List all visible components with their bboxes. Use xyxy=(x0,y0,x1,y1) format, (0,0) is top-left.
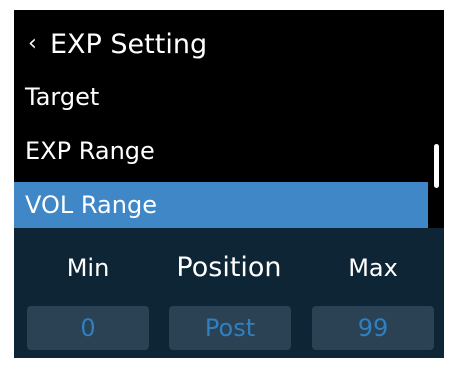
max-label: Max xyxy=(348,254,398,282)
menu-item-label: Target xyxy=(25,83,100,111)
position-value-field[interactable]: Post xyxy=(169,306,291,350)
menu-item-label: EXP Range xyxy=(25,137,155,165)
range-panel: Min Position Max 0 Post 99 xyxy=(14,228,444,358)
menu-item-exp-range[interactable]: EXP Range xyxy=(14,128,428,174)
chevron-left-icon[interactable]: ‹ xyxy=(28,33,50,55)
menu-item-target[interactable]: Target xyxy=(14,74,428,120)
menu-item-label: VOL Range xyxy=(25,191,157,219)
min-value-field[interactable]: 0 xyxy=(27,306,149,350)
screen-header: ‹ EXP Setting xyxy=(14,22,207,66)
page-title: EXP Setting xyxy=(50,28,208,60)
menu-item-vol-range[interactable]: VOL Range xyxy=(14,182,428,228)
max-value-field[interactable]: 99 xyxy=(312,306,434,350)
position-label: Position xyxy=(176,252,282,283)
min-label: Min xyxy=(66,254,110,282)
scrollbar[interactable] xyxy=(434,144,439,188)
device-screen: ‹ EXP Setting Target EXP Range VOL Range… xyxy=(14,10,444,358)
